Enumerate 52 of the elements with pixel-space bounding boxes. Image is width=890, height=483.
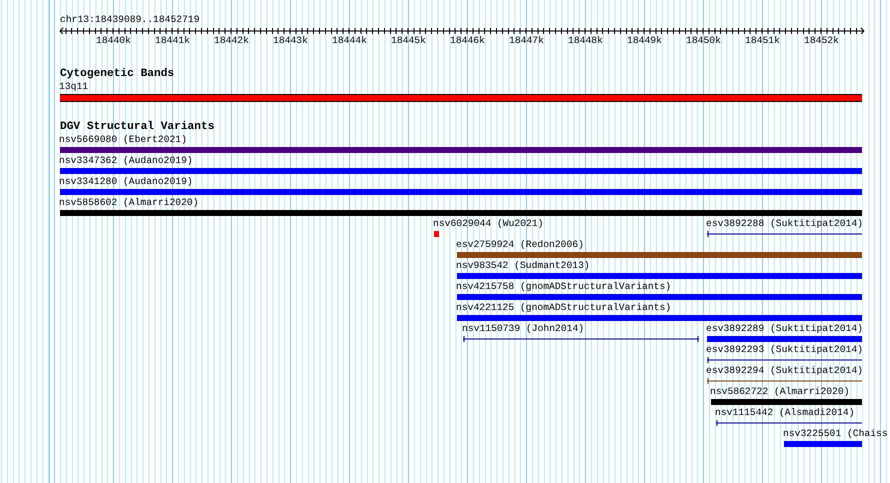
tick-label: 18444k	[332, 35, 367, 47]
variant-bar[interactable]	[457, 315, 862, 321]
variant-bar[interactable]	[60, 189, 862, 195]
tick-label: 18441k	[155, 35, 190, 47]
variant-line[interactable]	[462, 335, 700, 343]
feature-label[interactable]: nsv5862722 (Almarri2020)	[710, 386, 850, 398]
variant-bar[interactable]	[457, 294, 862, 300]
feature-label[interactable]: esv2759924 (Redon2006)	[456, 239, 584, 251]
variant-line[interactable]	[706, 356, 863, 364]
feature-label[interactable]: 13q11	[59, 81, 88, 93]
feature-label[interactable]: nsv1150739 (John2014)	[462, 323, 584, 335]
band-bar[interactable]	[60, 94, 862, 102]
region-label: chr13:18439089..18452719	[60, 14, 200, 26]
variant-bar[interactable]	[784, 441, 862, 447]
feature-label[interactable]: nsv4215758 (gnomADStructuralVariants)	[456, 281, 672, 293]
feature-label[interactable]: nsv983542 (Sudmant2013)	[456, 260, 590, 272]
feature-label[interactable]: nsv1115442 (Alsmadi2014)	[715, 407, 855, 419]
feature-label[interactable]: nsv3341280 (Audano2019)	[59, 176, 193, 188]
feature-label[interactable]: nsv3225501 (Chaiss	[783, 428, 888, 440]
track-title: Cytogenetic Bands	[60, 68, 174, 81]
tick-label: 18445k	[391, 35, 426, 47]
variant-bar[interactable]	[457, 252, 862, 258]
tick-label: 18449k	[627, 35, 662, 47]
tick-label: 18447k	[509, 35, 544, 47]
variant-line[interactable]	[715, 419, 863, 427]
feature-label[interactable]: nsv6029044 (Wu2021)	[433, 218, 544, 230]
feature-label[interactable]: esv3892294 (Suktitipat2014)	[706, 365, 863, 377]
variant-bar[interactable]	[457, 273, 862, 279]
tick-label: 18440k	[96, 35, 131, 47]
tick-label: 18443k	[273, 35, 308, 47]
feature-label[interactable]: esv3892293 (Suktitipat2014)	[706, 344, 863, 356]
variant-bar[interactable]	[434, 231, 439, 237]
variant-line[interactable]	[706, 230, 863, 238]
feature-label[interactable]: nsv3347362 (Audano2019)	[59, 155, 193, 167]
variant-bar[interactable]	[60, 168, 862, 174]
tick-label: 18448k	[568, 35, 603, 47]
feature-label[interactable]: esv3892289 (Suktitipat2014)	[706, 323, 863, 335]
variant-bar[interactable]	[60, 210, 862, 216]
tick-label: 18452k	[804, 35, 839, 47]
tick-label: 18442k	[214, 35, 249, 47]
variant-bar[interactable]	[711, 399, 862, 405]
tick-label: 18446k	[450, 35, 485, 47]
feature-label[interactable]: nsv5858602 (Almarri2020)	[59, 197, 199, 209]
variant-bar[interactable]	[707, 336, 862, 342]
feature-label[interactable]: esv3892288 (Suktitipat2014)	[706, 218, 863, 230]
variant-line[interactable]	[706, 377, 863, 385]
feature-label[interactable]: nsv4221125 (gnomADStructuralVariants)	[456, 302, 672, 314]
variant-bar[interactable]	[60, 147, 862, 153]
feature-label[interactable]: nsv5669080 (Ebert2021)	[59, 134, 187, 146]
tick-label: 18450k	[686, 35, 721, 47]
track-title: DGV Structural Variants	[60, 121, 214, 134]
tick-label: 18451k	[745, 35, 780, 47]
